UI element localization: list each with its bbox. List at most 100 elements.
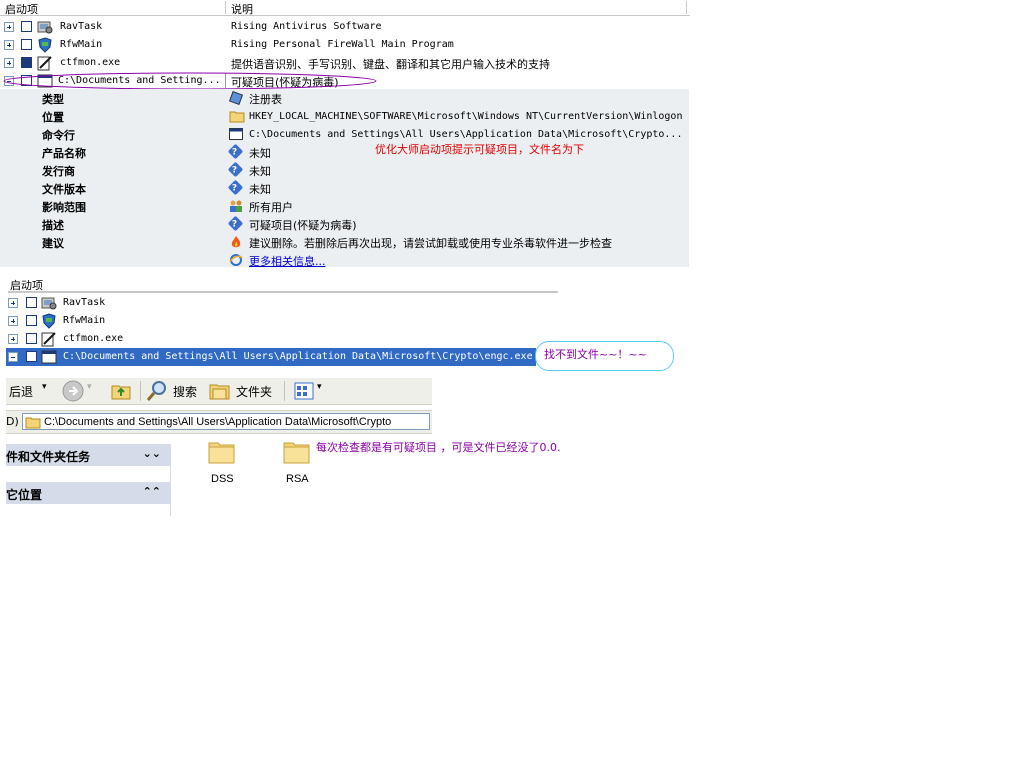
ravtask-icon [37, 21, 53, 34]
detail-label-product: 产品名称 [42, 147, 86, 160]
detail-panel: 类型 注册表 位置 HKEY_LOCAL_MACHINE\SOFTWARE\Mi… [0, 89, 689, 269]
startup-description: Rising Antivirus Software [231, 21, 382, 32]
up-folder-icon[interactable] [110, 380, 132, 402]
startup-row-rfwmain[interactable]: RfwMain [6, 312, 536, 330]
startup-name: C:\Documents and Settings\All Users\Appl… [63, 351, 533, 362]
chevron-up-icon[interactable]: ⌃⌃ [143, 485, 161, 498]
question-icon: ? [227, 179, 244, 196]
task-pane-title: 它位置 [6, 488, 43, 502]
detail-label-scope: 影响范围 [42, 201, 86, 214]
views-dropdown-icon[interactable]: ▾ [317, 382, 322, 392]
folders-button-label[interactable]: 文件夹 [236, 383, 272, 400]
forward-button-icon[interactable] [62, 380, 84, 402]
folder-item-dss[interactable]: DSS [205, 437, 239, 489]
expand-icon[interactable] [8, 298, 18, 308]
annotation-bubble-text: 找不到文件~~！~~ [544, 348, 647, 361]
startup-description: Rising Personal FireWall Main Program [231, 39, 454, 50]
startup-checkbox[interactable] [21, 57, 32, 68]
expand-icon[interactable] [4, 58, 14, 68]
task-pane-other-places[interactable]: 它位置 ⌃⌃ [6, 482, 171, 504]
annotation-bubble: 找不到文件~~！~~ [535, 341, 674, 371]
startup-name: RavTask [60, 21, 103, 32]
detail-label-type: 类型 [42, 93, 64, 106]
startup-row-suspicious[interactable]: C:\Documents and Setting... 可疑项目(怀疑为病毒) [0, 72, 690, 90]
detail-label-version: 文件版本 [42, 183, 86, 196]
warning-fire-icon [231, 236, 241, 248]
column-header-startup[interactable]: 启动项 [10, 277, 43, 293]
startup-name: RfwMain [60, 39, 103, 50]
shield-icon [38, 37, 52, 53]
detail-label-command: 命令行 [42, 129, 75, 142]
detail-value-description: 可疑项目(怀疑为病毒) [249, 219, 357, 232]
folder-icon [25, 417, 41, 429]
detail-value-command: C:\Documents and Settings\All Users\Appl… [249, 129, 683, 140]
chevron-down-icon[interactable]: ⌄⌄ [143, 447, 161, 460]
startup-description: 提供语音识别、手写识别、键盘、翻译和其它用户输入技术的支持 [231, 58, 550, 71]
startup-row-ctfmon[interactable]: ctfmon.exe 提供语音识别、手写识别、键盘、翻译和其它用户输入技术的支持 [0, 54, 690, 72]
registry-icon [229, 91, 243, 105]
annotation-purple: 每次检查都是有可疑项目 ，可是文件已经没了0.0. [316, 441, 561, 454]
startup-name: RfwMain [63, 315, 106, 326]
detail-value-publisher: 未知 [249, 165, 271, 178]
startup-checkbox[interactable] [21, 21, 32, 32]
second-list-header: 启动项 [8, 276, 558, 293]
detail-label-advice: 建议 [42, 237, 64, 250]
detail-value-version: 未知 [249, 183, 271, 196]
task-pane-file-folder-tasks[interactable]: 件和文件夹任务 ⌄⌄ [6, 444, 171, 466]
folders-icon[interactable] [208, 380, 232, 402]
column-header-description[interactable]: 说明 [231, 1, 253, 17]
startup-name: RavTask [63, 297, 106, 308]
startup-name: ctfmon.exe [60, 57, 121, 68]
startup-row-rfwmain[interactable]: RfwMain Rising Personal FireWall Main Pr… [0, 36, 690, 54]
collapse-icon[interactable] [8, 352, 18, 362]
expand-icon[interactable] [8, 334, 18, 344]
shield-icon [42, 313, 56, 329]
task-pane-title: 件和文件夹任务 [6, 450, 91, 464]
search-button-label[interactable]: 搜索 [173, 383, 197, 400]
startup-checkbox[interactable] [26, 297, 37, 308]
folder-icon [283, 442, 310, 464]
startup-checkbox[interactable] [26, 333, 37, 344]
startup-checkbox[interactable] [26, 315, 37, 326]
address-input[interactable]: C:\Documents and Settings\All Users\Appl… [22, 413, 430, 430]
annotation-red: 优化大师启动项提示可疑项目，文件名为下 [375, 143, 584, 156]
address-label: D) [6, 415, 19, 428]
folder-name: RSA [286, 473, 309, 485]
folder-icon [208, 442, 235, 464]
more-info-link[interactable]: 更多相关信息... [249, 253, 326, 269]
column-divider[interactable] [686, 1, 687, 14]
toolbar-divider [284, 381, 285, 401]
back-dropdown-icon[interactable]: ▾ [42, 382, 47, 392]
folder-icon [229, 111, 245, 123]
question-icon: ? [227, 161, 244, 178]
back-button-label[interactable]: 后退 [9, 383, 33, 400]
column-divider[interactable] [225, 1, 226, 14]
views-icon[interactable] [294, 382, 314, 400]
detail-label-publisher: 发行商 [42, 165, 75, 178]
forward-dropdown-icon[interactable]: ▾ [87, 382, 92, 392]
detail-label-description: 描述 [42, 219, 64, 232]
expand-icon[interactable] [4, 40, 14, 50]
detail-value-type: 注册表 [249, 93, 282, 106]
detail-label-location: 位置 [42, 111, 64, 124]
pen-icon [37, 56, 52, 71]
startup-checkbox[interactable] [26, 351, 37, 362]
startup-row-engc-selected[interactable]: C:\Documents and Settings\All Users\Appl… [6, 348, 536, 366]
toolbar-divider [140, 381, 141, 401]
detail-value-advice: 建议删除。若删除后再次出现，请尝试卸载或使用专业杀毒软件进一步检查 [249, 237, 612, 250]
expand-icon[interactable] [8, 316, 18, 326]
startup-row-ctfmon[interactable]: ctfmon.exe [6, 330, 536, 348]
ravtask-icon [41, 297, 57, 310]
startup-checkbox[interactable] [21, 39, 32, 50]
startup-row-ravtask[interactable]: RavTask [6, 294, 536, 312]
pen-icon [41, 332, 56, 347]
folder-name: DSS [211, 473, 234, 485]
expand-icon[interactable] [4, 22, 14, 32]
column-header-startup[interactable]: 启动项 [5, 1, 38, 17]
folder-item-rsa[interactable]: RSA [280, 437, 314, 489]
detail-value-location: HKEY_LOCAL_MACHINE\SOFTWARE\Microsoft\Wi… [249, 111, 683, 122]
task-pane-divider [170, 466, 171, 516]
address-value: C:\Documents and Settings\All Users\Appl… [44, 416, 392, 428]
startup-row-ravtask[interactable]: RavTask Rising Antivirus Software [0, 18, 690, 36]
search-icon[interactable] [145, 379, 169, 403]
